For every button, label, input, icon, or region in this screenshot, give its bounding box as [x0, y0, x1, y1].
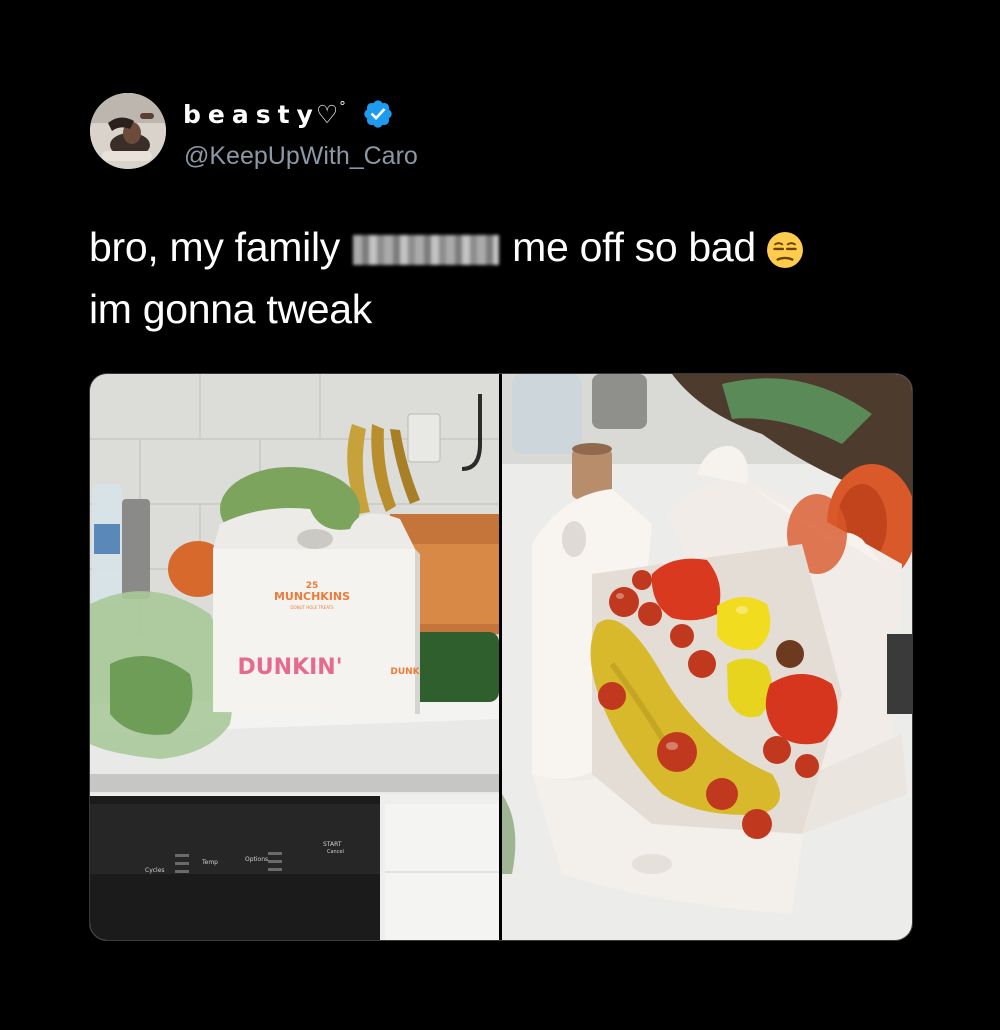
media-container[interactable]: 25 MUNCHKINS DONUT HOLE TREATS DUNKIN' D…	[89, 373, 913, 941]
heart-icon: ♡°	[315, 99, 346, 129]
censored-word	[353, 235, 500, 265]
box-title-text: MUNCHKINS	[274, 590, 350, 603]
dishwasher-label-temp: Temp	[201, 859, 218, 866]
tweet-text-line1-start: bro, my family	[89, 224, 340, 270]
photo-kitchen-counter[interactable]: 25 MUNCHKINS DONUT HOLE TREATS DUNKIN' D…	[90, 374, 499, 940]
unamused-face-icon	[766, 232, 803, 268]
dishwasher-label-start: START	[323, 841, 342, 848]
avatar[interactable]	[90, 93, 166, 169]
tweet-card: beasty ♡° @KeepUpWith_Caro bro, my famil…	[0, 0, 1000, 1030]
avatar-photo	[90, 93, 166, 169]
dishwasher-label-cycles: Cycles	[145, 867, 165, 874]
tweet-text-line2: im gonna tweak	[89, 286, 372, 332]
photo-box-with-vegetables[interactable]	[502, 374, 912, 940]
tweet-text-line1-end: me off so bad	[512, 224, 756, 270]
box-side-brand-text: DUNK	[390, 667, 420, 677]
user-handle[interactable]: @KeepUpWith_Caro	[184, 142, 418, 171]
dishwasher-label-cancel: Cancel	[327, 849, 344, 855]
tweet-text: bro, my family me off so bad im gonna tw…	[89, 216, 929, 340]
name-row: beasty ♡°	[183, 96, 394, 132]
verified-badge-icon	[364, 100, 392, 128]
dishwasher-label-options: Options	[245, 856, 268, 863]
display-name[interactable]: beasty	[183, 100, 320, 129]
box-subtitle-text: DONUT HOLE TREATS	[290, 605, 334, 610]
box-brand-text: DUNKIN'	[238, 655, 343, 680]
